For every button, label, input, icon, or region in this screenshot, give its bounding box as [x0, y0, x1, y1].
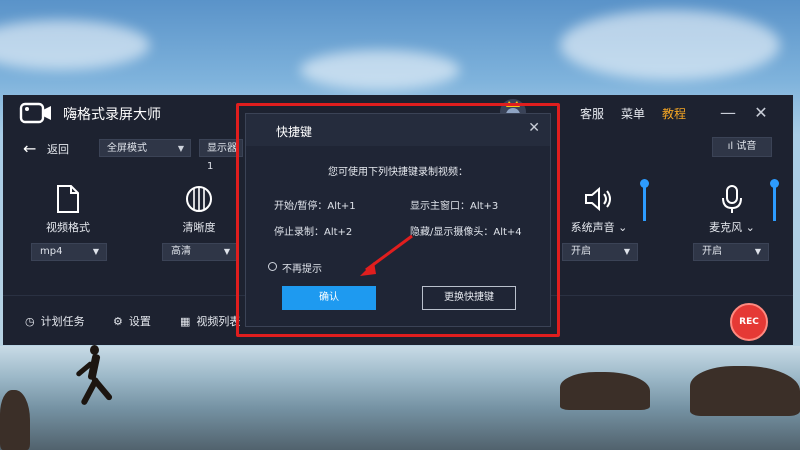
microphone-volume-slider[interactable] [770, 179, 779, 221]
rock [690, 366, 800, 416]
test-audio-label: 试音 [736, 141, 757, 152]
close-button[interactable]: ✕ [751, 103, 771, 123]
microphone-icon [715, 183, 749, 215]
back-arrow-icon[interactable]: ← [23, 139, 36, 158]
system-volume-slider[interactable] [640, 179, 649, 221]
runner-silhouette [72, 345, 114, 415]
clarity-value: 高清 [171, 246, 191, 257]
volume-knob[interactable] [770, 179, 779, 188]
aperture-icon [182, 183, 216, 215]
video-list-label: 视频列表 [196, 315, 241, 328]
back-button[interactable]: 返回 [47, 141, 69, 157]
microphone-select[interactable]: 开启 ▼ [693, 243, 769, 261]
customer-service-link[interactable]: 客服 [580, 105, 604, 122]
menu-link[interactable]: 菜单 [621, 105, 645, 122]
shortcut-dialog: 快捷键 ✕ 您可使用下列快捷键录制视频： 开始/暂停：Alt+1 显示主窗口：A… [245, 113, 551, 327]
clock-icon: ◷ [25, 314, 35, 328]
speaker-icon [582, 183, 616, 215]
annotation-arrow-icon [360, 234, 413, 276]
shortcut-toggle-camera: 隐藏/显示摄像头：Alt+4 [410, 227, 522, 238]
cloud [0, 20, 150, 70]
caret-down-icon: ▼ [623, 247, 630, 256]
dialog-title: 快捷键 [276, 125, 313, 139]
rock [560, 372, 650, 410]
gear-icon: ⚙ [113, 314, 123, 328]
system-sound-label: 系统声音 ⌄ [570, 221, 628, 234]
mode-select[interactable]: 全屏模式 ▼ [99, 139, 191, 157]
mode-select-value: 全屏模式 [107, 143, 147, 154]
display-select-value: 显示器1 [207, 143, 237, 172]
dialog-close-icon[interactable]: ✕ [528, 120, 540, 136]
video-format-tool[interactable]: 视频格式 [28, 183, 108, 235]
sea-background [0, 346, 800, 450]
tutorial-link[interactable]: 教程 [662, 105, 686, 122]
system-sound-tool[interactable]: 系统声音 ⌄ [559, 183, 639, 235]
volume-knob[interactable] [640, 179, 649, 188]
video-format-label: 视频格式 [46, 221, 90, 234]
system-sound-value: 开启 [571, 246, 591, 257]
clarity-tool[interactable]: 清晰度 [159, 183, 239, 235]
app-title: 嗨格式录屏大师 [63, 107, 161, 123]
shortcut-stop-recording: 停止录制：Alt+2 [274, 227, 353, 238]
test-audio-button[interactable]: ıl 试音 [712, 137, 772, 157]
settings-label: 设置 [128, 315, 151, 328]
video-list-button[interactable]: ▦ 视频列表 [180, 313, 240, 329]
rock [0, 390, 30, 450]
audio-bars-icon: ıl [727, 141, 734, 152]
cloud [300, 50, 460, 90]
settings-button[interactable]: ⚙ 设置 [113, 313, 151, 329]
rec-button[interactable]: REC [730, 303, 768, 341]
caret-down-icon: ▼ [92, 247, 99, 256]
dialog-intro: 您可使用下列快捷键录制视频： [328, 167, 468, 178]
caret-down-icon: ▼ [754, 247, 761, 256]
video-format-select[interactable]: mp4 ▼ [31, 243, 107, 261]
schedule-task-label: 计划任务 [40, 315, 85, 328]
system-sound-select[interactable]: 开启 ▼ [562, 243, 638, 261]
clarity-label: 清晰度 [182, 221, 216, 234]
clarity-select[interactable]: 高清 ▼ [162, 243, 238, 261]
video-format-value: mp4 [40, 246, 63, 257]
schedule-task-button[interactable]: ◷ 计划任务 [25, 313, 85, 329]
cloud [560, 10, 780, 80]
caret-down-icon: ▼ [223, 247, 230, 256]
confirm-button[interactable]: 确认 [282, 286, 376, 310]
grid-icon: ▦ [180, 314, 191, 328]
camera-logo-icon [19, 101, 53, 125]
shortcut-start-pause: 开始/暂停：Alt+1 [274, 201, 356, 212]
minimize-button[interactable]: — [718, 103, 738, 123]
no-prompt-radio[interactable] [268, 262, 277, 271]
file-icon [51, 183, 85, 215]
shortcut-show-main-window: 显示主窗口：Alt+3 [410, 201, 499, 212]
no-prompt-label[interactable]: 不再提示 [282, 260, 322, 275]
microphone-tool[interactable]: 麦克风 ⌄ [692, 183, 772, 235]
dialog-header[interactable]: 快捷键 ✕ [246, 114, 550, 146]
caret-down-icon: ▼ [177, 144, 184, 153]
microphone-value: 开启 [702, 246, 722, 257]
change-shortcut-button[interactable]: 更换快捷键 [422, 286, 516, 310]
microphone-label: 麦克风 ⌄ [709, 221, 755, 234]
